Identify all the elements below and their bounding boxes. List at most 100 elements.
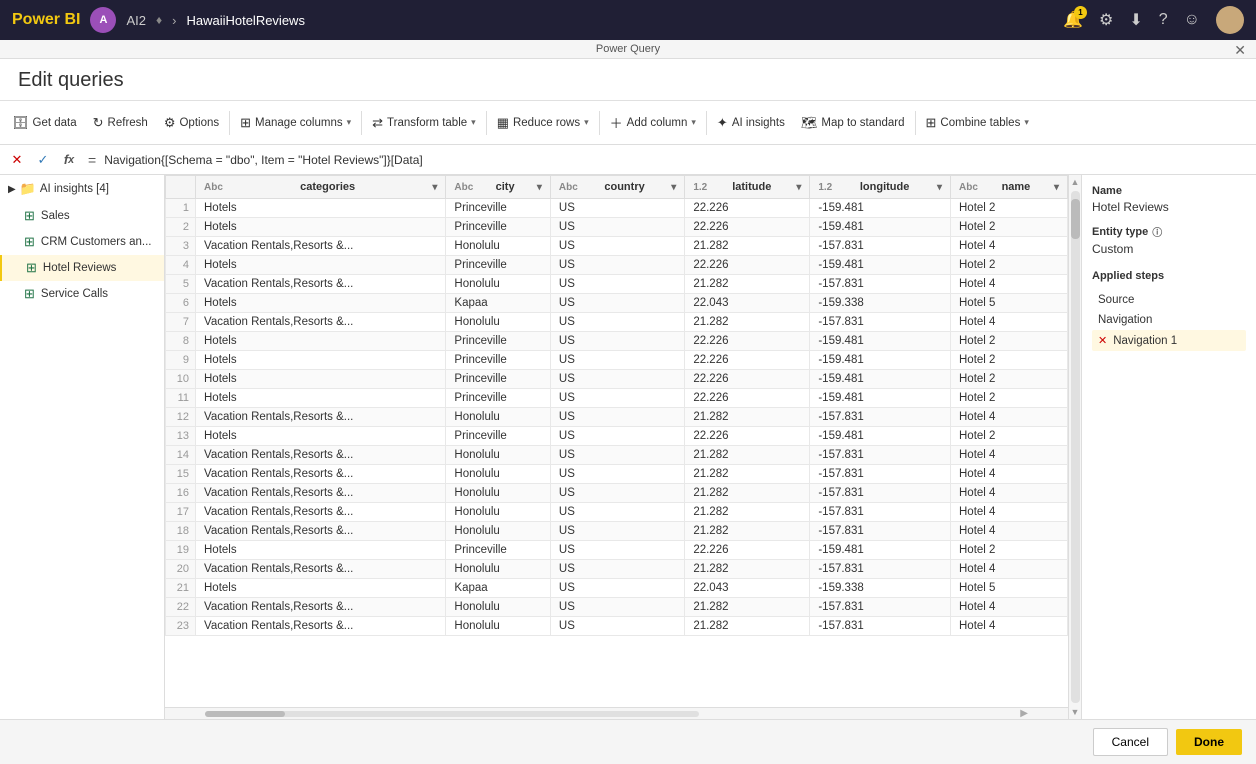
entity-info-icon[interactable]: ⓘ: [1152, 224, 1162, 239]
vertical-scrollbar[interactable]: ▲ ▼: [1068, 175, 1081, 719]
bottom-bar: Cancel Done: [0, 719, 1256, 764]
toolbar-divider-4: [599, 111, 600, 135]
table-cell: Honolulu: [446, 465, 551, 484]
table-cell: Hotels: [196, 541, 446, 560]
table-cell: -157.831: [810, 503, 951, 522]
map-icon: 🗺: [801, 115, 818, 131]
settings-icon[interactable]: ⚙: [1099, 10, 1113, 30]
transform-table-button[interactable]: ⇄ Transform table ▾: [364, 111, 484, 135]
formula-input[interactable]: [104, 153, 1250, 167]
formula-equals: =: [88, 152, 96, 168]
vscroll-up-arrow[interactable]: ▲: [1071, 177, 1080, 187]
manage-columns-button[interactable]: ⊞ Manage columns ▾: [232, 111, 359, 135]
table-cell: US: [550, 370, 684, 389]
table-cell: 21.282: [685, 560, 810, 579]
options-button[interactable]: ⚙ Options: [156, 111, 227, 135]
vscroll-down-arrow[interactable]: ▼: [1071, 707, 1080, 717]
step-source[interactable]: Source: [1092, 290, 1246, 310]
table-row: 14Vacation Rentals,Resorts &...HonoluluU…: [166, 446, 1068, 465]
download-icon[interactable]: ⬇: [1129, 10, 1142, 30]
latitude-filter[interactable]: ▾: [796, 182, 801, 193]
user-avatar-circle[interactable]: A: [90, 7, 116, 33]
dialog-close-btn[interactable]: ✕: [1234, 42, 1246, 59]
col-header-country[interactable]: Abc country ▾: [550, 176, 684, 199]
add-col-icon: ＋: [610, 113, 623, 132]
table-cell: 22.226: [685, 256, 810, 275]
table-cell: 21.282: [685, 446, 810, 465]
city-filter[interactable]: ▾: [537, 182, 542, 193]
table-cell: 21.282: [685, 598, 810, 617]
table-cell: 22.043: [685, 579, 810, 598]
col-header-latitude[interactable]: 1.2 latitude ▾: [685, 176, 810, 199]
table-cell: 22.226: [685, 370, 810, 389]
help-icon[interactable]: ?: [1159, 11, 1168, 29]
categories-filter[interactable]: ▾: [432, 182, 437, 193]
ai2-label: AI2: [126, 13, 146, 28]
row-number: 21: [166, 579, 196, 598]
combine-icon: ⊞: [926, 115, 937, 131]
table-cell: US: [550, 218, 684, 237]
toolbar-divider-5: [706, 111, 707, 135]
table-cell: Princeville: [446, 218, 551, 237]
table-scroll-wrapper[interactable]: Abc categories ▾ Abc city ▾: [165, 175, 1068, 707]
sidebar-group-header[interactable]: ▶ 📁 AI insights [4]: [0, 175, 164, 203]
notification-btn[interactable]: 🔔 1: [1063, 10, 1083, 30]
formula-x-btn[interactable]: ✕: [6, 149, 28, 171]
table-cell: US: [550, 408, 684, 427]
table-cell: Hotel 2: [951, 332, 1068, 351]
col-header-name[interactable]: Abc name ▾: [951, 176, 1068, 199]
table-area: Abc categories ▾ Abc city ▾: [165, 175, 1068, 719]
table-cell: US: [550, 617, 684, 636]
sidebar-item-service-calls[interactable]: ⊞ Service Calls: [0, 281, 164, 307]
sidebar-item-crm[interactable]: ⊞ CRM Customers an...: [0, 229, 164, 255]
sidebar-item-sales[interactable]: ⊞ Sales: [0, 203, 164, 229]
cancel-button[interactable]: Cancel: [1093, 728, 1168, 756]
combine-tables-button[interactable]: ⊞ Combine tables ▾: [918, 111, 1037, 135]
name-filter[interactable]: ▾: [1054, 182, 1059, 193]
latitude-type: 1.2: [693, 182, 707, 193]
table-cell: US: [550, 351, 684, 370]
table-cell: 22.226: [685, 389, 810, 408]
col-header-categories[interactable]: Abc categories ▾: [196, 176, 446, 199]
avatar[interactable]: [1216, 6, 1244, 34]
table-cell: Hotels: [196, 427, 446, 446]
ai-insights-button[interactable]: ✦ AI insights: [709, 111, 793, 135]
country-filter[interactable]: ▾: [671, 182, 676, 193]
map-to-standard-button[interactable]: 🗺 Map to standard: [793, 111, 913, 135]
add-column-button[interactable]: ＋ Add column ▾: [602, 109, 704, 136]
done-button[interactable]: Done: [1176, 729, 1242, 755]
longitude-filter[interactable]: ▾: [937, 182, 942, 193]
get-data-button[interactable]: 🗄 Get data: [4, 111, 85, 135]
row-number: 17: [166, 503, 196, 522]
database-icon: 🗄: [12, 115, 29, 131]
scroll-thumb: [205, 711, 285, 717]
table-cell: US: [550, 598, 684, 617]
refresh-button[interactable]: ↻ Refresh: [85, 111, 156, 135]
formula-check-btn[interactable]: ✓: [32, 149, 54, 171]
power-query-label: Power Query: [596, 43, 660, 55]
smiley-icon[interactable]: ☺: [1184, 11, 1200, 29]
crm-table-icon: ⊞: [24, 234, 35, 250]
brand-logo-area[interactable]: Power BI: [12, 11, 80, 29]
reduce-rows-button[interactable]: ▦ Reduce rows ▾: [489, 111, 597, 135]
table-row: 2HotelsPrincevilleUS22.226-159.481Hotel …: [166, 218, 1068, 237]
manage-columns-label: Manage columns: [255, 117, 343, 129]
scroll-arrow-right[interactable]: ▶: [1020, 708, 1028, 719]
table-cell: 21.282: [685, 237, 810, 256]
table-cell: Honolulu: [446, 560, 551, 579]
step-navigation1[interactable]: ✕ Navigation 1: [1092, 330, 1246, 351]
sidebar-item-hotel-reviews[interactable]: ⊞ Hotel Reviews: [0, 255, 164, 281]
col-header-longitude[interactable]: 1.2 longitude ▾: [810, 176, 951, 199]
col-header-city[interactable]: Abc city ▾: [446, 176, 551, 199]
table-row: 19HotelsPrincevilleUS22.226-159.481Hotel…: [166, 541, 1068, 560]
toolbar-divider-1: [229, 111, 230, 135]
table-cell: Honolulu: [446, 275, 551, 294]
table-cell: -159.481: [810, 351, 951, 370]
horizontal-scrollbar[interactable]: ▶: [165, 707, 1068, 719]
table-row: 6HotelsKapaaUS22.043-159.338Hotel 5: [166, 294, 1068, 313]
step-delete-icon[interactable]: ✕: [1098, 334, 1107, 347]
formula-fx-btn[interactable]: fx: [58, 149, 80, 171]
row-number: 1: [166, 199, 196, 218]
step-navigation[interactable]: Navigation: [1092, 310, 1246, 330]
breadcrumb-sep: ♦: [156, 13, 162, 27]
